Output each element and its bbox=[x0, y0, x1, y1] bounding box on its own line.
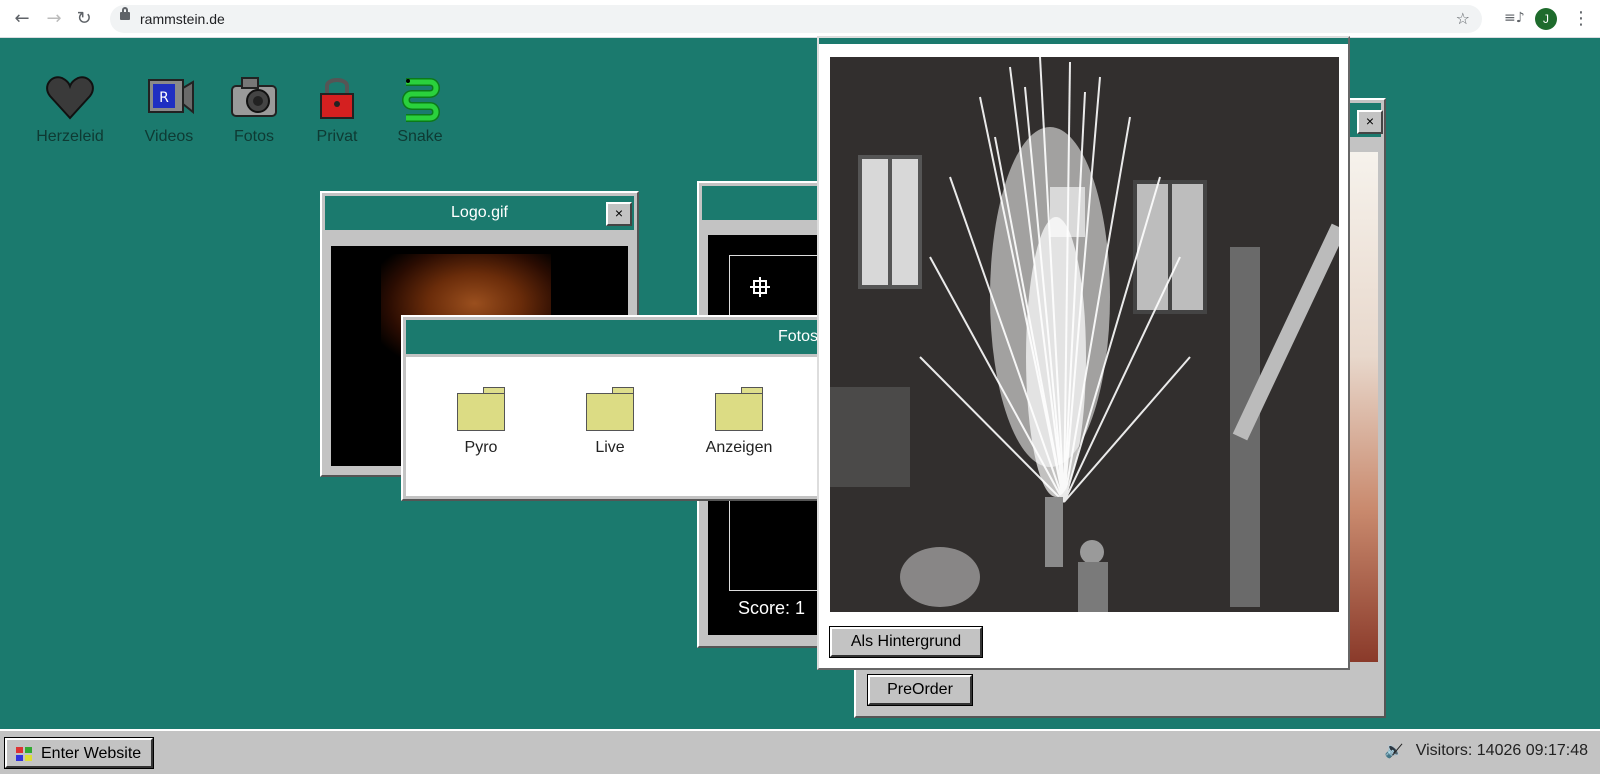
desktop-icon-privat[interactable]: Privat bbox=[299, 72, 375, 146]
snake-window-titlebar[interactable] bbox=[702, 186, 822, 220]
logo-window-titlebar[interactable]: Logo.gif bbox=[325, 196, 634, 230]
preorder-button[interactable]: PreOrder bbox=[867, 674, 973, 706]
pyro-photo-graphic bbox=[830, 57, 1339, 612]
desktop-icon-label: Snake bbox=[397, 128, 443, 145]
forward-arrow-icon[interactable]: → bbox=[44, 9, 64, 29]
reload-icon[interactable]: ↻ bbox=[74, 9, 94, 29]
photo-window-titlebar[interactable] bbox=[819, 38, 1348, 44]
url-text[interactable]: rammstein.de bbox=[140, 11, 225, 27]
desktop-icon-label: Videos bbox=[144, 128, 194, 145]
fotos-window[interactable]: Fotos Pyro Live Anzeigen bbox=[401, 315, 831, 501]
taskbar: Enter Website 🔈̸ Visitors: 14026 09:17:4… bbox=[0, 729, 1600, 774]
photo-camera-icon bbox=[228, 72, 280, 124]
logo-window-title: Logo.gif bbox=[451, 204, 508, 221]
logo-window-close-button[interactable]: × bbox=[606, 202, 632, 226]
pyro-photo bbox=[830, 57, 1339, 612]
folder-label: Anzeigen bbox=[705, 439, 773, 456]
browser-toolbar: ← → ↻ rammstein.de ☆ ≡♪ J ⋮ bbox=[0, 0, 1600, 38]
kebab-menu-icon[interactable]: ⋮ bbox=[1572, 8, 1590, 29]
photo-viewer-window[interactable]: Als Hintergrund bbox=[817, 36, 1350, 670]
fotos-window-titlebar[interactable]: Fotos bbox=[406, 320, 826, 354]
desktop-icon-snake[interactable]: Snake bbox=[382, 72, 458, 146]
desktop-icon-label: Privat bbox=[316, 128, 358, 145]
folder-pyro[interactable]: Pyro bbox=[441, 387, 521, 457]
folder-live[interactable]: Live bbox=[570, 387, 650, 457]
desktop-icon-herzeleid[interactable]: Herzeleid bbox=[32, 72, 108, 146]
lock-icon bbox=[120, 7, 130, 20]
back-arrow-icon[interactable]: ← bbox=[12, 9, 32, 29]
video-camera-icon: R bbox=[143, 72, 195, 124]
media-control-icon[interactable]: ≡♪ bbox=[1504, 10, 1525, 26]
system-tray: 🔈̸ Visitors: 14026 09:17:48 bbox=[1385, 741, 1588, 760]
speaker-muted-icon[interactable]: 🔈̸ bbox=[1385, 741, 1404, 759]
folder-icon bbox=[715, 387, 763, 431]
folder-label: Pyro bbox=[464, 439, 498, 456]
fotos-window-content: Pyro Live Anzeigen bbox=[406, 357, 826, 496]
svg-text:R: R bbox=[159, 90, 169, 106]
clock: 09:17:48 bbox=[1525, 742, 1588, 759]
address-bar[interactable]: rammstein.de ☆ bbox=[110, 5, 1482, 33]
rammstein-logo-icon bbox=[750, 277, 770, 297]
profile-avatar[interactable]: J bbox=[1535, 8, 1557, 30]
snake-icon bbox=[394, 72, 446, 124]
set-background-button[interactable]: Als Hintergrund bbox=[829, 626, 983, 658]
desktop-icon-fotos[interactable]: Fotos bbox=[216, 72, 292, 146]
padlock-icon bbox=[311, 72, 363, 124]
folder-icon bbox=[586, 387, 634, 431]
visitor-counter: Visitors: 14026 bbox=[1415, 742, 1522, 759]
start-logo-icon bbox=[16, 747, 32, 761]
folder-anzeigen[interactable]: Anzeigen bbox=[699, 387, 779, 457]
start-label: Enter Website bbox=[41, 745, 142, 762]
desktop-icon-label: Herzeleid bbox=[36, 128, 104, 145]
snake-score: Score: 1 bbox=[738, 598, 806, 618]
enter-website-button[interactable]: Enter Website bbox=[4, 737, 154, 769]
desktop-icon-label: Fotos bbox=[233, 128, 274, 145]
fotos-window-title: Fotos bbox=[778, 328, 819, 345]
bookmark-star-icon[interactable]: ☆ bbox=[1456, 9, 1470, 28]
desktop-icon-videos[interactable]: R Videos bbox=[131, 72, 207, 146]
folder-label: Live bbox=[595, 439, 625, 456]
shop-window-close-button[interactable]: × bbox=[1357, 110, 1383, 134]
folder-icon bbox=[457, 387, 505, 431]
heart-icon bbox=[44, 72, 96, 124]
